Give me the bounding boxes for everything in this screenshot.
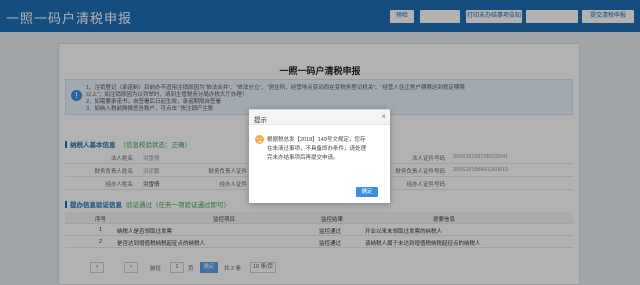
dialog-message-line: 根据税总发【2018】149号文规定，您存 [267, 137, 366, 143]
dialog-header: 提示 × [249, 110, 390, 125]
sad-face-icon [255, 135, 264, 144]
close-icon[interactable]: × [381, 112, 386, 122]
dialog-title: 提示 [254, 117, 267, 124]
dialog-message-line: 完未办结事项后再提交申请。 [267, 155, 339, 161]
dialog-message-line: 在未清过事项，不具备即办条件，请处理 [267, 146, 367, 152]
dialog-ok-button[interactable]: 确定 [356, 187, 378, 197]
alert-dialog: 提示 × 根据税总发【2018】149号文规定，您存 在未清过事项，不具备即办条… [249, 109, 390, 203]
